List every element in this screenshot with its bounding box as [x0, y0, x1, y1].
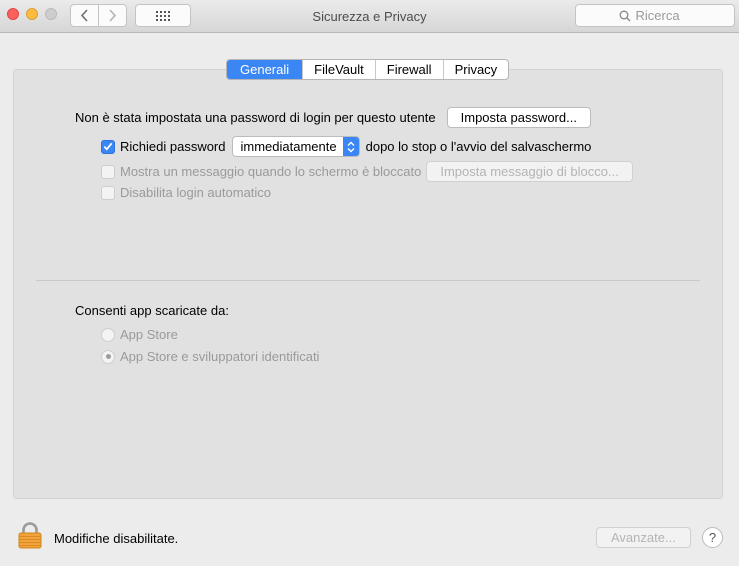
- tab-firewall[interactable]: Firewall: [374, 60, 443, 79]
- tab-privacy[interactable]: Privacy: [442, 60, 509, 79]
- titlebar: Sicurezza e Privacy: [0, 0, 739, 33]
- tab-bar: Generali FileVault Firewall Privacy: [226, 59, 510, 80]
- search-input[interactable]: [635, 8, 692, 23]
- advanced-button[interactable]: Avanzate...: [596, 527, 691, 548]
- require-password-checkbox[interactable]: [101, 139, 115, 154]
- disable-autologin-row: Disabilita login automatico: [101, 185, 271, 200]
- lock-status-text: Modifiche disabilitate.: [54, 531, 179, 546]
- radio-identified-row: App Store e sviluppatori identificati: [101, 349, 319, 364]
- show-message-row: Mostra un messaggio quando lo schermo è …: [101, 161, 633, 182]
- no-password-text: Non è stata impostata una password di lo…: [75, 110, 436, 125]
- set-password-button[interactable]: Imposta password...: [446, 107, 591, 128]
- radio-app-store-label: App Store: [120, 327, 178, 342]
- require-password-row: Richiedi password immediatamente dopo lo…: [101, 136, 591, 157]
- checkmark-icon: [103, 142, 113, 151]
- radio-app-store[interactable]: [101, 327, 115, 342]
- help-icon: ?: [708, 530, 717, 545]
- disable-autologin-checkbox[interactable]: [101, 185, 115, 200]
- search-field[interactable]: [575, 4, 735, 27]
- radio-app-store-row: App Store: [101, 327, 178, 342]
- set-lock-message-button[interactable]: Imposta messaggio di blocco...: [426, 161, 633, 182]
- password-row: Non è stata impostata una password di lo…: [75, 107, 591, 128]
- lock-icon: [18, 522, 42, 549]
- show-message-label: Mostra un messaggio quando lo schermo è …: [120, 164, 422, 179]
- show-message-checkbox[interactable]: [101, 164, 115, 179]
- apps-heading: Consenti app scaricate da:: [75, 303, 229, 318]
- lock-button[interactable]: [18, 522, 42, 552]
- help-button[interactable]: ?: [702, 527, 723, 548]
- require-password-select[interactable]: immediatamente: [231, 136, 360, 157]
- radio-identified-label: App Store e sviluppatori identificati: [120, 349, 320, 364]
- general-panel: [13, 69, 723, 499]
- search-icon: [619, 10, 630, 21]
- tab-generali[interactable]: Generali: [227, 60, 303, 79]
- tab-filevault[interactable]: FileVault: [302, 60, 375, 79]
- require-password-label: Richiedi password: [120, 139, 226, 154]
- radio-app-store-identified[interactable]: [101, 349, 115, 364]
- select-arrows-icon: [342, 137, 359, 156]
- disable-autologin-label: Disabilita login automatico: [120, 185, 272, 200]
- radio-selected-dot: [105, 354, 111, 359]
- section-divider: [36, 280, 700, 281]
- select-value: immediatamente: [240, 139, 337, 154]
- require-password-suffix: dopo lo stop o l'avvio del salvaschermo: [365, 139, 592, 154]
